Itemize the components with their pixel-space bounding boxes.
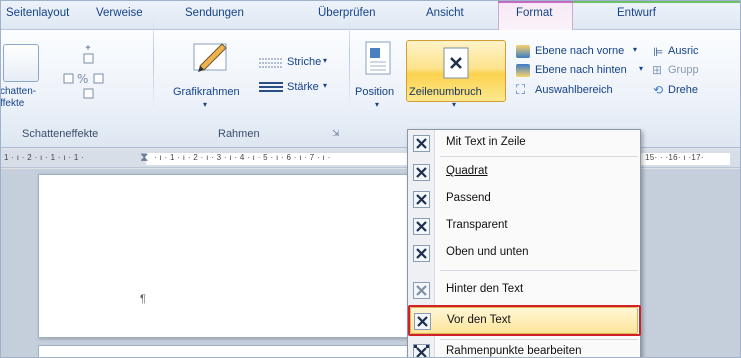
frame-dropdown-icon[interactable]: ▾ <box>203 100 207 109</box>
shadow-label-2: ffekte <box>0 98 25 109</box>
ebene-hinten-button[interactable]: Ebene nach hinten <box>535 64 627 76</box>
ruler-mid-ticks: · ı · 1 · ı · 2 · ı · 3 · ı · 4 · ı · 5 … <box>154 153 331 162</box>
menu-item-mit-text-in-zeile[interactable]: Mit Text in Zeile <box>408 131 640 155</box>
menu-separator <box>440 270 638 271</box>
tight-wrap-icon <box>413 191 430 208</box>
menu-item-passend[interactable]: Passend <box>408 187 640 211</box>
frame-pencil-icon[interactable] <box>192 38 232 76</box>
striche-icon <box>259 58 283 68</box>
indent-marker-icon[interactable]: ⧗ <box>140 150 148 165</box>
ribbon-separator <box>349 4 350 112</box>
window: Seitenlayout Verweise Sendungen Überprüf… <box>0 0 741 358</box>
striche-dropdown-icon[interactable]: ▾ <box>323 56 327 65</box>
tab-entwurf-accent <box>573 0 741 3</box>
ebene-hinten-dropdown-icon[interactable]: ▾ <box>639 64 643 73</box>
menu-item-hinter-den-text[interactable]: Hinter den Text <box>408 278 640 302</box>
ausrichten-button[interactable]: Ausric <box>668 45 699 57</box>
menu-item-label: Passend <box>446 192 491 204</box>
group-label-schatteneffekte: Schatteneffekte <box>22 128 99 140</box>
ausrichten-icon: ⊫ <box>653 45 664 59</box>
ribbon-separator <box>153 4 154 112</box>
gruppieren-icon: ⊞ <box>652 63 663 77</box>
staerke-icon <box>259 82 283 92</box>
menu-item-label: Mit Text in Zeile <box>446 136 526 148</box>
shadow-label-1: chatten- <box>0 86 37 97</box>
zeilenumbruch-dropdown-icon[interactable]: ▾ <box>452 100 456 109</box>
drehen-button[interactable]: Drehe <box>668 84 698 96</box>
through-wrap-icon <box>413 218 430 235</box>
menu-item-label: Transparent <box>446 219 508 231</box>
tab-sendungen[interactable]: Sendungen <box>185 7 244 19</box>
zeilenumbruch-label[interactable]: Zeilenumbruch <box>409 86 482 98</box>
inline-wrap-icon <box>413 135 430 152</box>
menu-item-transparent[interactable]: Transparent <box>408 214 640 238</box>
group-label-rahmen: Rahmen <box>218 128 260 140</box>
menu-item-rahmenpunkte-bearbeiten[interactable]: Rahmenpunkte bearbeiten <box>408 340 640 358</box>
menu-item-label: Hinter den Text <box>446 283 524 295</box>
menu-separator <box>440 156 638 157</box>
position-dropdown-icon[interactable]: ▾ <box>375 100 379 109</box>
position-icon[interactable] <box>362 40 394 76</box>
position-button[interactable]: Position <box>355 86 394 98</box>
tab-entwurf[interactable]: Entwurf <box>617 7 656 19</box>
top-bottom-wrap-icon <box>413 245 430 262</box>
square-wrap-icon <box>413 164 430 181</box>
ebene-hinten-icon <box>516 64 530 77</box>
menu-item-oben-und-unten[interactable]: Oben und unten <box>408 241 640 265</box>
ebene-vorne-button[interactable]: Ebene nach vorne <box>535 45 624 57</box>
rahmen-dialog-launcher-icon[interactable]: ⇲ <box>332 128 340 139</box>
ebene-vorne-dropdown-icon[interactable]: ▾ <box>633 45 637 54</box>
tab-format[interactable]: Format <box>516 7 552 19</box>
striche-button[interactable]: Striche <box>287 56 321 68</box>
tab-ueberpruefen[interactable]: Überprüfen <box>318 7 376 19</box>
auswahlbereich-button[interactable]: Auswahlbereich <box>535 84 613 96</box>
frame-label[interactable]: Grafikrahmen <box>173 86 240 98</box>
staerke-dropdown-icon[interactable]: ▾ <box>323 81 327 90</box>
drehen-icon: ⟲ <box>653 83 664 97</box>
edit-wrap-points-icon <box>413 344 430 358</box>
tab-format-accent <box>498 0 573 3</box>
staerke-button[interactable]: Stärke <box>287 81 319 93</box>
svg-text:%: % <box>77 72 88 86</box>
menu-item-label: Quadrat <box>446 165 488 177</box>
ebene-vorne-icon <box>516 45 530 58</box>
shadow-effects-button[interactable] <box>3 44 39 82</box>
shadow-nudge-icons[interactable]: % <box>48 44 120 100</box>
auswahlbereich-icon: ⛶ <box>516 82 526 97</box>
menu-item-quadrat[interactable]: Quadrat <box>408 160 640 184</box>
tab-verweise[interactable]: Verweise <box>96 7 143 19</box>
highlight-frame <box>408 305 641 336</box>
ruler-right-ticks: 15· · ·16· ı ·17· <box>645 153 704 162</box>
menu-item-label: Rahmenpunkte bearbeiten <box>446 345 582 357</box>
gruppieren-button[interactable]: Grupp <box>668 64 699 76</box>
tab-seitenlayout[interactable]: Seitenlayout <box>6 7 69 19</box>
wrap-text-icon <box>443 47 469 79</box>
paragraph-mark: ¶ <box>140 293 146 305</box>
menu-item-label: Oben und unten <box>446 246 529 258</box>
ruler-left-ticks: 1 · ı · 2 · ı · 1 · ı · 1 · <box>4 153 85 162</box>
tab-ansicht[interactable]: Ansicht <box>426 7 464 19</box>
behind-text-icon <box>413 282 430 299</box>
